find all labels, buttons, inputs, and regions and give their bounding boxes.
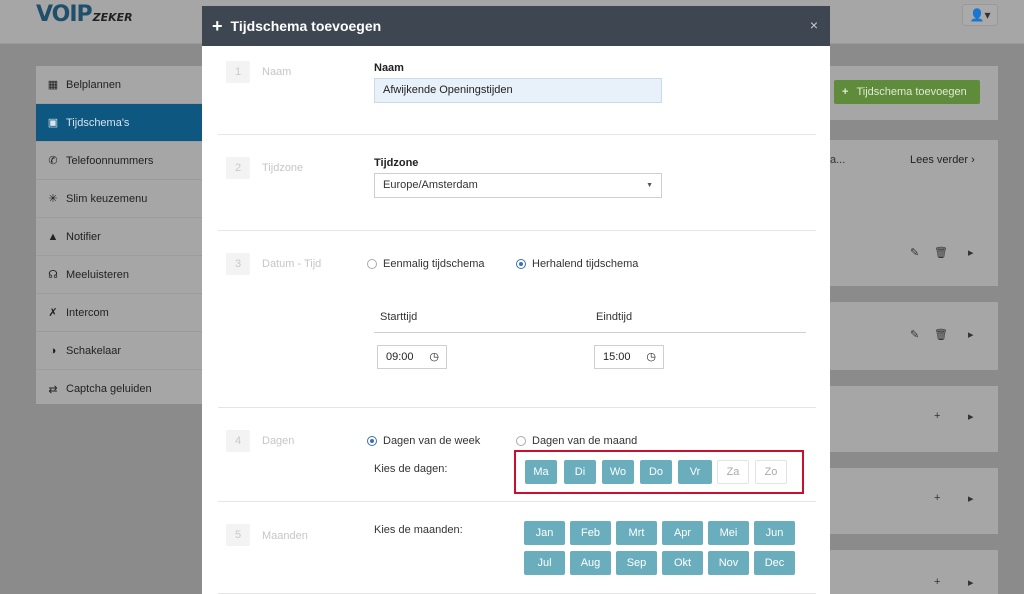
caret-down-icon: ▼ [646, 182, 653, 189]
chevron-right-icon: › [971, 154, 975, 166]
section-maanden: 5 Maanden Kies de maanden: Jan Feb Mrt A… [218, 502, 816, 594]
bullhorn-icon: ▲ [47, 230, 59, 243]
user-menu-button[interactable]: 👤▾ [962, 4, 998, 26]
day-chip-ma[interactable]: Ma [525, 460, 557, 484]
eindtijd-label: Eindtijd [596, 311, 633, 323]
month-chip-nov[interactable]: Nov [708, 551, 749, 575]
step-number: 1 [226, 61, 250, 83]
play-icon[interactable]: ▸ [968, 246, 974, 259]
days-group: Ma Di Wo Do Vr Za Zo [218, 450, 816, 494]
step-number: 3 [226, 253, 250, 275]
step-number: 2 [226, 157, 250, 179]
close-icon[interactable]: × [810, 17, 818, 33]
plus-icon[interactable]: + [934, 576, 940, 588]
radio-dagen-van-de-week[interactable]: Dagen van de week [367, 435, 480, 447]
month-chip-jan[interactable]: Jan [524, 521, 565, 545]
radio-dot [367, 259, 377, 269]
section-naam: 1 Naam Naam Afwijkende Openingstijden [218, 46, 816, 135]
sidebar-item-tijdschemas[interactable]: ▣ Tijdschema's [36, 104, 208, 142]
radio-dot [516, 259, 526, 269]
starttijd-input[interactable]: 09:00 ◷ [377, 345, 447, 369]
play-icon[interactable]: ▸ [968, 410, 974, 423]
month-chip-mei[interactable]: Mei [708, 521, 749, 545]
month-chip-jul[interactable]: Jul [524, 551, 565, 575]
day-chip-zo[interactable]: Zo [755, 460, 787, 484]
play-icon[interactable]: ▸ [968, 328, 974, 341]
edit-icon[interactable]: ✎ [910, 246, 919, 259]
step-label: Naam [262, 66, 292, 78]
day-chip-do[interactable]: Do [640, 460, 672, 484]
add-schedule-button-bg[interactable]: + Tijdschema toevoegen [834, 80, 980, 104]
month-chip-dec[interactable]: Dec [754, 551, 795, 575]
plus-icon[interactable]: + [934, 410, 940, 422]
trash-icon[interactable]: 🗑 [934, 328, 948, 341]
network-icon: ✳ [48, 193, 58, 205]
sidebar-item-notifier[interactable]: ▲ Notifier [36, 218, 208, 256]
step-number: 4 [226, 430, 250, 452]
step-label: Dagen [262, 435, 295, 447]
modal-header: + Tijdschema toevoegen [202, 6, 830, 46]
column-header-truncated: a... [830, 154, 846, 166]
time-header: Starttijd Eindtijd [374, 299, 806, 333]
step-number: 5 [226, 524, 250, 546]
sidebar-item-meeluisteren[interactable]: ☊ Meeluisteren [36, 256, 208, 294]
play-icon[interactable]: ▸ [968, 576, 974, 589]
tijdzone-label: Tijdzone [374, 157, 419, 169]
clock-icon: ◷ [429, 351, 439, 363]
add-schedule-modal: + Tijdschema toevoegen × 1 Naam Naam Afw… [202, 6, 830, 594]
starttijd-label: Starttijd [380, 311, 418, 323]
step-label: Datum - Tijd [262, 258, 322, 270]
toggle-icon: ◑ [49, 344, 57, 357]
month-chip-okt[interactable]: Okt [662, 551, 703, 575]
sidebar-item-telefoonnummers[interactable]: ✆ Telefoonnummers [36, 142, 208, 180]
modal-title: Tijdschema toevoegen [230, 18, 382, 34]
plus-icon[interactable]: + [934, 492, 940, 504]
calendar-icon: ▣ [47, 117, 59, 129]
day-chip-di[interactable]: Di [564, 460, 596, 484]
radio-dot [516, 436, 526, 446]
user-icon: 👤 [969, 8, 985, 22]
eindtijd-input[interactable]: 15:00 ◷ [594, 345, 664, 369]
naam-input[interactable]: Afwijkende Openingstijden [374, 78, 662, 103]
plus-icon: + [212, 15, 223, 36]
sidebar-item-schakelaar[interactable]: ◑ Schakelaar [36, 332, 208, 370]
lees-verder-link[interactable]: Lees verder › [910, 154, 975, 166]
clock-icon: ◷ [646, 351, 656, 363]
month-chip-jun[interactable]: Jun [754, 521, 795, 545]
month-chip-mrt[interactable]: Mrt [616, 521, 657, 545]
radio-herhalend[interactable]: Herhalend tijdschema [516, 258, 638, 270]
sidebar-item-intercom[interactable]: ✗ Intercom [36, 294, 208, 332]
section-datum-tijd: 3 Datum - Tijd Eenmalig tijdschema Herha… [218, 231, 816, 408]
sidebar-item-belplannen[interactable]: ▦ Belplannen [36, 66, 208, 104]
phone-slash-icon: ✗ [48, 307, 58, 319]
radio-dagen-van-de-maand[interactable]: Dagen van de maand [516, 435, 637, 447]
tijdzone-select[interactable]: Europe/Amsterdam ▼ [374, 173, 662, 198]
logo: VOIPZEKER [36, 2, 133, 27]
sitemap-icon: ▦ [47, 79, 59, 91]
sidebar-item-captcha-geluiden[interactable]: ⇄ Captcha geluiden [36, 370, 208, 408]
naam-label: Naam [374, 62, 404, 74]
edit-icon[interactable]: ✎ [910, 328, 919, 341]
step-label: Maanden [262, 530, 308, 542]
phone-icon: ✆ [48, 155, 58, 167]
shuffle-icon: ⇄ [48, 383, 58, 396]
month-chip-feb[interactable]: Feb [570, 521, 611, 545]
radio-dot [367, 436, 377, 446]
sidebar-item-slim-keuzemenu[interactable]: ✳ Slim keuzemenu [36, 180, 208, 218]
play-icon[interactable]: ▸ [968, 492, 974, 505]
month-chip-aug[interactable]: Aug [570, 551, 611, 575]
day-chip-vr[interactable]: Vr [678, 460, 712, 484]
day-chip-wo[interactable]: Wo [602, 460, 634, 484]
trash-icon[interactable]: 🗑 [934, 246, 948, 259]
step-label: Tijdzone [262, 162, 304, 174]
month-chip-apr[interactable]: Apr [662, 521, 703, 545]
section-tijdzone: 2 Tijdzone Tijdzone Europe/Amsterdam ▼ [218, 135, 816, 231]
headphones-icon: ☊ [48, 269, 58, 281]
kies-maanden-label: Kies de maanden: [374, 524, 463, 536]
day-chip-za[interactable]: Za [717, 460, 749, 484]
month-chip-sep[interactable]: Sep [616, 551, 657, 575]
sidebar: ▦ Belplannen ▣ Tijdschema's ✆ Telefoonnumme… [36, 66, 208, 404]
radio-eenmalig[interactable]: Eenmalig tijdschema [367, 258, 485, 270]
section-dagen: 4 Dagen Dagen van de week Dagen van de m… [218, 408, 816, 502]
